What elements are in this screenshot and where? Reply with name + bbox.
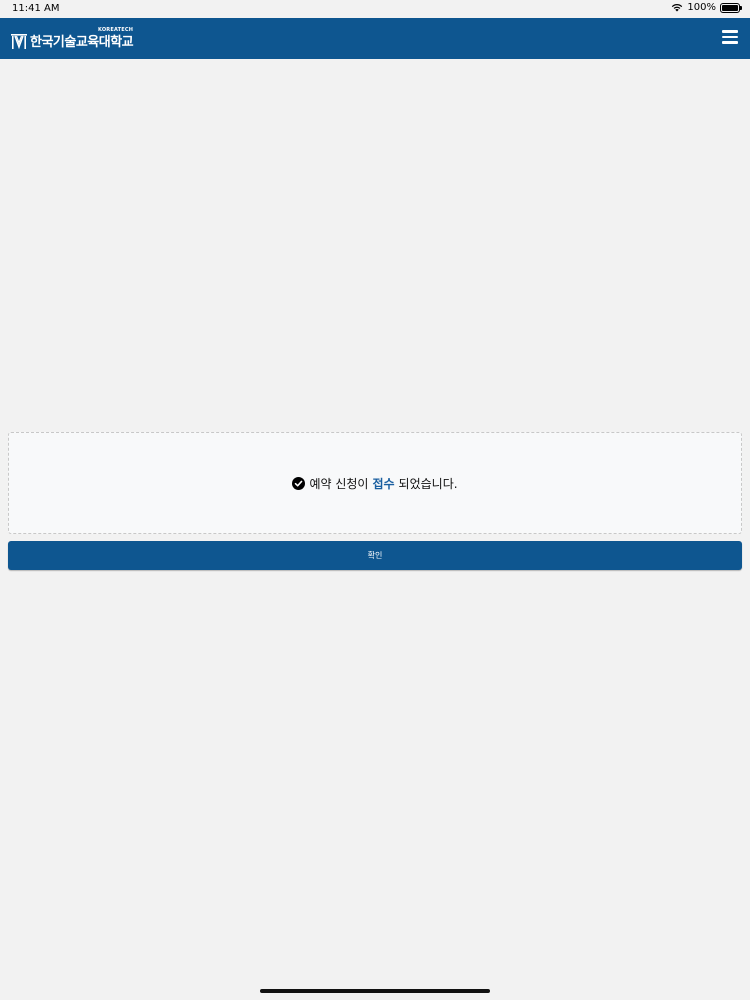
message-text-after: 되었습니다.: [398, 476, 458, 491]
menu-bar-line: [722, 41, 738, 44]
koreatech-logo[interactable]: KOREATECH 한국기술교육대학교: [11, 27, 134, 53]
check-circle-icon: [292, 476, 306, 490]
university-emblem-icon: [11, 34, 27, 49]
app-header: KOREATECH 한국기술교육대학교: [0, 18, 750, 59]
status-indicators: 100%: [671, 2, 742, 13]
home-indicator[interactable]: [260, 989, 490, 993]
result-message: 예약 신청이 접수 되었습니다.: [292, 475, 458, 492]
message-highlight: 접수: [372, 476, 395, 491]
hamburger-menu-icon[interactable]: [722, 30, 738, 44]
confirm-button[interactable]: 확인: [8, 541, 742, 570]
logo-subtitle: KOREATECH: [98, 27, 134, 33]
logo-title: 한국기술교육대학교: [30, 35, 134, 50]
menu-bar-line: [722, 35, 738, 39]
battery-level-fill: [722, 4, 738, 11]
message-text-before: 예약 신청이: [309, 476, 369, 491]
menu-bar-line: [722, 30, 738, 33]
app-screen: 11:41 AM 100% KOREATECH 한국기술교육대학교 예약 신청이…: [0, 0, 750, 1000]
logo-text: KOREATECH 한국기술교육대학교: [30, 27, 134, 53]
battery-percent: 100%: [687, 2, 716, 13]
status-bar: 11:41 AM 100%: [0, 0, 750, 18]
battery-icon: [720, 2, 742, 13]
reservation-result-panel: 예약 신청이 접수 되었습니다.: [8, 432, 742, 534]
wifi-icon: [672, 4, 683, 12]
status-time: 11:41 AM: [12, 3, 60, 14]
